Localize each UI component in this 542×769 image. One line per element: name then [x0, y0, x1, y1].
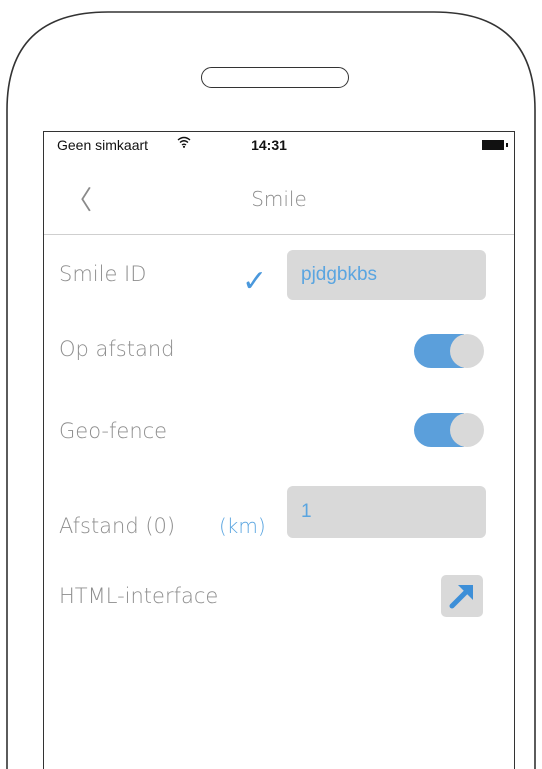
geo-fence-label: Geo-fence [59, 419, 168, 443]
battery-icon [482, 140, 508, 150]
toggle-knob [450, 413, 484, 447]
phone-speaker [201, 67, 349, 88]
op-afstand-label: Op afstand [59, 337, 175, 361]
app-screen: Geen simkaart 14:31 〈 Smile Smile ID ✓ O… [43, 131, 515, 769]
navigation-bar: 〈 Smile [44, 158, 514, 235]
status-bar: Geen simkaart 14:31 [44, 132, 514, 158]
op-afstand-toggle[interactable] [414, 334, 486, 368]
km-unit-label: (km) [219, 514, 266, 538]
smile-id-input[interactable] [287, 250, 486, 300]
html-interface-label: HTML-interface [59, 584, 219, 608]
afstand-input[interactable] [287, 486, 486, 538]
afstand-label: Afstand (0) [59, 514, 176, 538]
geo-fence-toggle[interactable] [414, 413, 486, 447]
checkmark-icon: ✓ [242, 264, 268, 299]
status-time: 14:31 [251, 137, 287, 153]
phone-frame: Geen simkaart 14:31 〈 Smile Smile ID ✓ O… [0, 0, 542, 769]
page-title: Smile [251, 187, 307, 211]
external-arrow-icon [449, 585, 473, 609]
toggle-knob [450, 334, 484, 368]
smile-id-label: Smile ID [59, 262, 147, 286]
html-interface-button[interactable] [441, 575, 483, 617]
